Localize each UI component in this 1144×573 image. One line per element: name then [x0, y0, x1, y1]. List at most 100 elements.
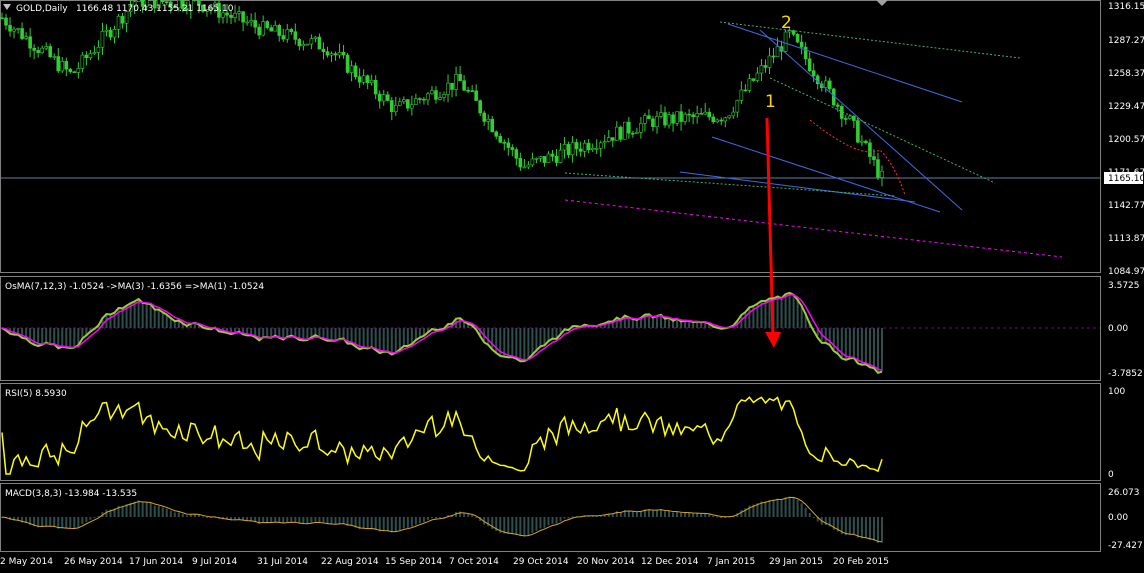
candle-body: [566, 144, 571, 156]
macd-bar: [788, 496, 791, 517]
osma-bar: [627, 317, 630, 328]
candle-body: [498, 136, 503, 143]
candle-body: [807, 58, 812, 72]
osma-bar: [65, 328, 68, 348]
macd-bar: [563, 517, 566, 519]
osma-bar: [655, 316, 658, 328]
macd-bar: [619, 512, 622, 517]
candle-body: [518, 157, 523, 168]
macd-bar: [133, 501, 136, 517]
osma-bar: [374, 328, 377, 350]
macd-bar: [394, 517, 397, 532]
trendline-upper-1[interactable]: [727, 23, 963, 103]
candle-body: [679, 111, 683, 122]
candle-body: [337, 52, 342, 56]
candle-body: [526, 164, 531, 168]
candle-body: [590, 148, 595, 151]
macd-bar: [808, 513, 811, 517]
candle-body: [783, 31, 788, 52]
candle-body: [333, 53, 338, 56]
candle-body: [623, 121, 627, 140]
ohlc-label: 1166.48 1170.43 1155.21 1165.10: [76, 4, 234, 14]
price-axis-label: 1142.77: [1108, 201, 1144, 211]
macd-bar: [780, 499, 783, 517]
macd-bar: [676, 511, 679, 517]
osma-bar: [768, 299, 771, 328]
macd-bar: [824, 517, 827, 526]
macd-bar: [547, 517, 550, 526]
osma-label: OsMA(7,12,3) -1.0524 ->MA(3) -1.6356 =>M…: [5, 282, 264, 292]
channel-dotted-3[interactable]: [564, 172, 896, 197]
price-axis-label: 1258.37: [1108, 69, 1144, 79]
osma-bar: [860, 328, 863, 365]
candle-body: [313, 36, 318, 39]
osma-bar: [370, 328, 373, 348]
candle-body: [876, 159, 880, 178]
time-axis-label: 9 Jul 2014: [192, 557, 237, 567]
macd-bar: [286, 517, 289, 523]
candle-body: [671, 114, 675, 124]
osma-bar: [133, 302, 136, 328]
time-axis-label: 12 Dec 2014: [641, 557, 699, 567]
osma-bar: [161, 311, 164, 328]
macd-bar: [812, 517, 815, 518]
candle-body: [28, 36, 32, 49]
candle-body: [844, 118, 848, 120]
macd-bar: [800, 503, 803, 517]
macd-bar: [704, 513, 707, 517]
osma-bar: [338, 328, 341, 340]
candle-body: [610, 137, 615, 141]
macd-bar: [294, 517, 297, 523]
support-dotted-magenta[interactable]: [564, 199, 1063, 258]
candle-body: [76, 68, 81, 73]
candle-body: [68, 68, 73, 72]
osma-bar: [157, 309, 160, 328]
macd-bar: [53, 517, 56, 527]
macd-bar: [77, 517, 80, 528]
price-axis-label: 1316.15: [1108, 2, 1144, 12]
macd-bar: [402, 517, 405, 529]
osma-bar: [664, 318, 667, 328]
osma-axis-label: 3.5725: [1108, 281, 1140, 291]
candle-body: [277, 25, 282, 36]
osma-bar: [398, 328, 401, 350]
macd-axis-label: -27.427: [1108, 541, 1143, 551]
osma-bar: [792, 294, 795, 328]
candle-body: [683, 113, 687, 122]
candle-body: [422, 98, 426, 101]
macd-bar: [868, 517, 871, 540]
osma-bar: [740, 316, 743, 328]
chart-shift-marker[interactable]: [876, 0, 888, 6]
candle-body: [470, 90, 474, 92]
macd-bar: [764, 501, 767, 517]
osma-bar: [382, 328, 385, 352]
candle-body: [88, 53, 93, 59]
chart-menu-icon[interactable]: [3, 4, 11, 10]
rsi-line: [1, 396, 883, 475]
candle-body: [562, 144, 567, 151]
macd-bar: [531, 517, 534, 533]
macd-bar: [535, 517, 538, 531]
trading-chart[interactable]: 1 2 GOLD,Daily 1166.48 1170.43 1155.21 1…: [0, 0, 1144, 573]
osma-bar: [848, 328, 851, 359]
osma-bar: [527, 328, 530, 360]
time-axis-label: 17 Jun 2014: [129, 557, 183, 567]
candle-body: [755, 72, 760, 81]
osma-bar: [137, 299, 140, 328]
macd-bar: [177, 512, 180, 517]
price-axis-label: 1113.87: [1108, 234, 1144, 244]
candle-body: [261, 21, 265, 36]
candle-body: [377, 93, 382, 102]
candle-body: [823, 80, 828, 88]
candle-body: [108, 29, 113, 38]
candle-body: [827, 80, 832, 90]
macd-bar: [121, 505, 124, 517]
candle-body: [703, 111, 707, 115]
candle-body: [257, 26, 261, 36]
macd-bar: [848, 517, 851, 535]
candle-body: [345, 54, 350, 73]
candle-body: [305, 43, 310, 46]
channel-dotted-1[interactable]: [719, 21, 1021, 59]
candle-body: [40, 47, 44, 53]
macd-bar: [350, 517, 353, 527]
